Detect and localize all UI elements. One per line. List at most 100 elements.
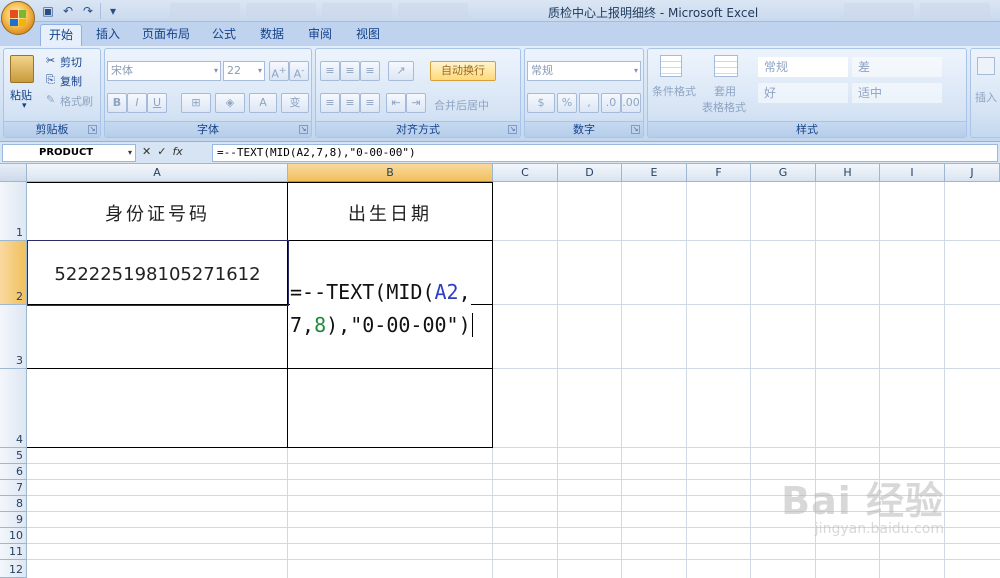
fill-color-button[interactable]: ◈ bbox=[215, 93, 245, 113]
cut-button[interactable]: 剪切 bbox=[60, 54, 82, 70]
table-format-button[interactable]: 套用 bbox=[714, 83, 736, 99]
row-header-5[interactable]: 5 bbox=[0, 448, 27, 464]
paste-button[interactable]: 粘贴 bbox=[10, 87, 32, 103]
edit-num: 7, bbox=[290, 313, 315, 337]
alignment-launcher-icon[interactable]: ↘ bbox=[508, 125, 517, 134]
enter-icon[interactable]: ✓ bbox=[157, 145, 166, 158]
font-size-select[interactable]: 22 ▾ bbox=[223, 61, 265, 81]
merge-center-button[interactable]: 合并后居中 bbox=[434, 97, 489, 113]
row-header-1[interactable]: 1 bbox=[0, 182, 27, 241]
align-center-button[interactable]: ≡ bbox=[340, 93, 360, 113]
row-header-10[interactable]: 10 bbox=[0, 528, 27, 544]
row-header-9[interactable]: 9 bbox=[0, 512, 27, 528]
number-format-select[interactable]: 常规 ▾ bbox=[527, 61, 641, 81]
paste-dropdown-icon[interactable]: ▾ bbox=[22, 101, 27, 111]
tab-page-layout[interactable]: 页面布局 bbox=[136, 24, 196, 46]
select-all-button[interactable] bbox=[0, 164, 27, 182]
insert-cells-button[interactable]: 插入 bbox=[975, 89, 997, 105]
decrease-indent-button[interactable]: ⇤ bbox=[386, 93, 406, 113]
cell-b1[interactable]: 出生日期 bbox=[288, 200, 492, 226]
column-header-i[interactable]: I bbox=[880, 164, 945, 182]
align-bottom-button[interactable]: ≡ bbox=[360, 61, 380, 81]
conditional-format-button[interactable]: 条件格式 bbox=[652, 83, 696, 99]
row-header-12[interactable]: 12 bbox=[0, 560, 27, 578]
comma-button[interactable]: , bbox=[579, 93, 599, 113]
row-header-4[interactable]: 4 bbox=[0, 369, 27, 448]
tab-home[interactable]: 开始 bbox=[40, 24, 82, 46]
font-name-select[interactable]: 宋体 ▾ bbox=[107, 61, 221, 81]
column-header-g[interactable]: G bbox=[751, 164, 816, 182]
cut-icon: ✂ bbox=[46, 54, 56, 67]
style-good[interactable]: 好 bbox=[758, 83, 848, 103]
cell-b2-edit-line1[interactable]: =--TEXT(MID(A2, bbox=[290, 275, 471, 309]
taskbar-ghost-right bbox=[844, 3, 990, 19]
phonetic-button[interactable]: 变 bbox=[281, 93, 309, 113]
office-button[interactable] bbox=[1, 1, 35, 35]
copy-button[interactable]: 复制 bbox=[60, 73, 82, 89]
tab-insert[interactable]: 插入 bbox=[88, 24, 128, 46]
align-left-button[interactable]: ≡ bbox=[320, 93, 340, 113]
row-header-8[interactable]: 8 bbox=[0, 496, 27, 512]
customize-qa-icon[interactable]: ▾ bbox=[105, 3, 121, 19]
align-middle-button[interactable]: ≡ bbox=[340, 61, 360, 81]
wrap-text-button[interactable]: 自动换行 bbox=[430, 61, 496, 81]
align-right-button[interactable]: ≡ bbox=[360, 93, 380, 113]
increase-decimal-button[interactable]: .0 bbox=[601, 93, 621, 113]
gridline bbox=[750, 182, 751, 578]
undo-icon[interactable]: ↶ bbox=[60, 3, 76, 19]
row-header-11[interactable]: 11 bbox=[0, 544, 27, 560]
row-header-2[interactable]: 2 bbox=[0, 241, 27, 305]
table-format-button-line2[interactable]: 表格格式 bbox=[702, 99, 746, 115]
clipboard-launcher-icon[interactable]: ↘ bbox=[88, 125, 97, 134]
formula-input[interactable]: =--TEXT(MID(A2,7,8),"0-00-00") bbox=[212, 144, 998, 162]
orientation-button[interactable]: ↗ bbox=[388, 61, 414, 81]
bold-button[interactable]: B bbox=[107, 93, 127, 113]
chevron-down-icon: ▾ bbox=[127, 148, 132, 157]
column-header-c[interactable]: C bbox=[493, 164, 558, 182]
number-launcher-icon[interactable]: ↘ bbox=[631, 125, 640, 134]
cancel-icon[interactable]: ✕ bbox=[142, 145, 151, 158]
row-header-6[interactable]: 6 bbox=[0, 464, 27, 480]
shrink-font-button[interactable]: A- bbox=[289, 61, 309, 81]
borders-button[interactable]: ⊞ bbox=[181, 93, 211, 113]
row-header-7[interactable]: 7 bbox=[0, 480, 27, 496]
column-header-j[interactable]: J bbox=[945, 164, 1000, 182]
column-header-a[interactable]: A bbox=[27, 164, 288, 182]
quick-access-toolbar: ▣ ↶ ↷ ▾ bbox=[40, 3, 121, 19]
column-header-d[interactable]: D bbox=[558, 164, 622, 182]
column-header-f[interactable]: F bbox=[687, 164, 751, 182]
font-color-button[interactable]: A bbox=[249, 93, 277, 113]
column-header-b[interactable]: B bbox=[288, 164, 493, 182]
column-header-h[interactable]: H bbox=[816, 164, 880, 182]
grow-font-button[interactable]: A+ bbox=[269, 61, 289, 81]
ghost-tab bbox=[246, 3, 316, 19]
name-box[interactable]: PRODUCT ▾ bbox=[2, 144, 136, 162]
number-format-value: 常规 bbox=[531, 64, 553, 77]
align-top-button[interactable]: ≡ bbox=[320, 61, 340, 81]
redo-icon[interactable]: ↷ bbox=[80, 3, 96, 19]
underline-button[interactable]: U bbox=[147, 93, 167, 113]
tab-data[interactable]: 数据 bbox=[252, 24, 292, 46]
style-neutral[interactable]: 适中 bbox=[852, 83, 942, 103]
row-header-3[interactable]: 3 bbox=[0, 305, 27, 369]
tab-formulas[interactable]: 公式 bbox=[204, 24, 244, 46]
format-painter-button[interactable]: 格式刷 bbox=[60, 93, 93, 109]
font-launcher-icon[interactable]: ↘ bbox=[299, 125, 308, 134]
decrease-decimal-button[interactable]: .00 bbox=[621, 93, 641, 113]
currency-button[interactable]: $ bbox=[527, 93, 555, 113]
cell-b2-edit-line2[interactable]: 7,8),"0-00-00") bbox=[290, 308, 473, 342]
italic-button[interactable]: I bbox=[127, 93, 147, 113]
percent-button[interactable]: % bbox=[557, 93, 577, 113]
increase-indent-button[interactable]: ⇥ bbox=[406, 93, 426, 113]
column-header-e[interactable]: E bbox=[622, 164, 687, 182]
worksheet-grid[interactable]: A B C D E F G H I J 1 2 3 4 5 6 7 8 9 10… bbox=[0, 164, 1000, 578]
tab-review[interactable]: 审阅 bbox=[300, 24, 340, 46]
style-bad[interactable]: 差 bbox=[852, 57, 942, 77]
style-normal[interactable]: 常规 bbox=[758, 57, 848, 77]
save-icon[interactable]: ▣ bbox=[40, 3, 56, 19]
cell-a1[interactable]: 身份证号码 bbox=[28, 200, 287, 226]
tab-view[interactable]: 视图 bbox=[348, 24, 388, 46]
ghost-tab bbox=[920, 3, 990, 19]
insert-function-icon[interactable]: fx bbox=[172, 145, 182, 158]
gridline bbox=[557, 182, 558, 578]
